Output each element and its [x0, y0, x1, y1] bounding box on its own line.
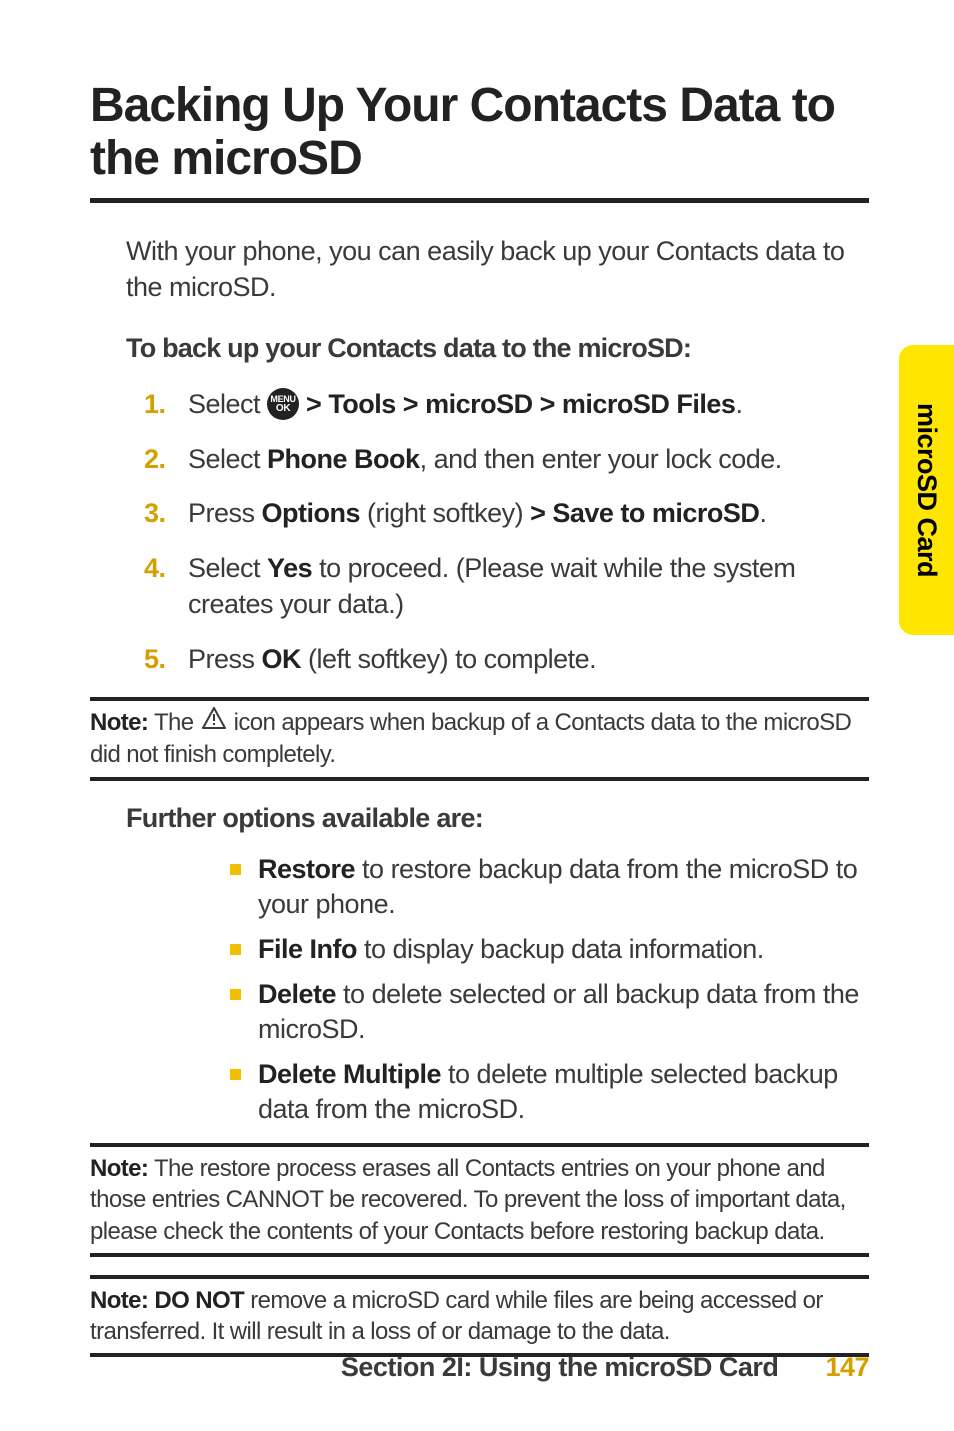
- text-bold: OK: [262, 644, 302, 674]
- text: to delete selected or all backup data fr…: [258, 979, 859, 1044]
- list-item: File Info to display backup data informa…: [230, 932, 869, 967]
- step-1: 1. Select MENUOK > Tools > microSD > mic…: [144, 386, 869, 422]
- text-bold: Phone Book: [267, 444, 420, 474]
- text-bold: Yes: [267, 553, 312, 583]
- step-number: 4.: [144, 550, 188, 586]
- step-5: 5. Press OK (left softkey) to complete.: [144, 641, 869, 677]
- text: Select: [188, 444, 267, 474]
- list-item: Delete to delete selected or all backup …: [230, 977, 869, 1047]
- note-label: Note: DO NOT: [90, 1287, 244, 1314]
- step-4: 4. Select Yes to proceed. (Please wait w…: [144, 550, 869, 623]
- bullet-list: Restore to restore backup data from the …: [230, 852, 869, 1128]
- intro-text: With your phone, you can easily back up …: [126, 233, 869, 306]
- text: The restore process erases all Contacts …: [90, 1155, 846, 1244]
- step-body: Press OK (left softkey) to complete.: [188, 641, 869, 677]
- page-number: 147: [825, 1352, 869, 1382]
- step-3: 3. Press Options (right softkey) > Save …: [144, 495, 869, 531]
- text-bold: Restore: [258, 854, 355, 884]
- note-3: Note: DO NOT remove a microSD card while…: [90, 1283, 869, 1349]
- text-bold: Delete Multiple: [258, 1059, 441, 1089]
- warning-icon: [202, 706, 226, 737]
- text: (right softkey): [360, 498, 530, 528]
- step-body: Select Yes to proceed. (Please wait whil…: [188, 550, 869, 623]
- step-body: Select Phone Book, and then enter your l…: [188, 441, 869, 477]
- rule: [90, 1143, 869, 1147]
- rule: [90, 1253, 869, 1257]
- note-1: Note: The icon appears when backup of a …: [90, 705, 869, 772]
- menu-ok-icon: MENUOK: [267, 388, 299, 420]
- text: .: [759, 498, 766, 528]
- text-bold: Options: [262, 498, 361, 528]
- step-2: 2. Select Phone Book, and then enter you…: [144, 441, 869, 477]
- footer-section: Section 2I: Using the microSD Card: [341, 1352, 779, 1382]
- text: (left softkey) to complete.: [301, 644, 596, 674]
- step-body: Select MENUOK > Tools > microSD > microS…: [188, 386, 869, 422]
- list-item: Delete Multiple to delete multiple selec…: [230, 1057, 869, 1127]
- side-tab-label: microSD Card: [911, 403, 942, 577]
- rule: [90, 697, 869, 701]
- text: to display backup data information.: [357, 934, 764, 964]
- note-label: Note:: [90, 709, 148, 736]
- step-body: Press Options (right softkey) > Save to …: [188, 495, 869, 531]
- step-number: 2.: [144, 441, 188, 477]
- list-item: Restore to restore backup data from the …: [230, 852, 869, 922]
- text-bold: Delete: [258, 979, 336, 1009]
- text-bold: > Tools > microSD > microSD Files: [299, 389, 735, 419]
- text: Press: [188, 644, 262, 674]
- page-title: Backing Up Your Contacts Data to the mic…: [90, 80, 869, 186]
- page: microSD Card Backing Up Your Contacts Da…: [0, 0, 954, 1431]
- text: Select: [188, 553, 267, 583]
- page-footer: Section 2I: Using the microSD Card 147: [90, 1352, 869, 1383]
- text-bold: File Info: [258, 934, 357, 964]
- note-label: Note:: [90, 1155, 148, 1182]
- step-number: 3.: [144, 495, 188, 531]
- steps-list: 1. Select MENUOK > Tools > microSD > mic…: [144, 386, 869, 677]
- step-number: 5.: [144, 641, 188, 677]
- text-bold: > Save to microSD: [530, 498, 759, 528]
- text: Select: [188, 389, 267, 419]
- further-heading: Further options available are:: [126, 803, 869, 834]
- rule: [90, 1275, 869, 1279]
- step-number: 1.: [144, 386, 188, 422]
- subheading-backup: To back up your Contacts data to the mic…: [126, 333, 869, 364]
- text: The: [148, 709, 199, 736]
- side-tab: microSD Card: [899, 345, 954, 635]
- text: .: [735, 389, 742, 419]
- note-2: Note: The restore process erases all Con…: [90, 1151, 869, 1249]
- text: , and then enter your lock code.: [420, 444, 782, 474]
- rule: [90, 777, 869, 781]
- text: Press: [188, 498, 262, 528]
- title-rule: [90, 198, 869, 203]
